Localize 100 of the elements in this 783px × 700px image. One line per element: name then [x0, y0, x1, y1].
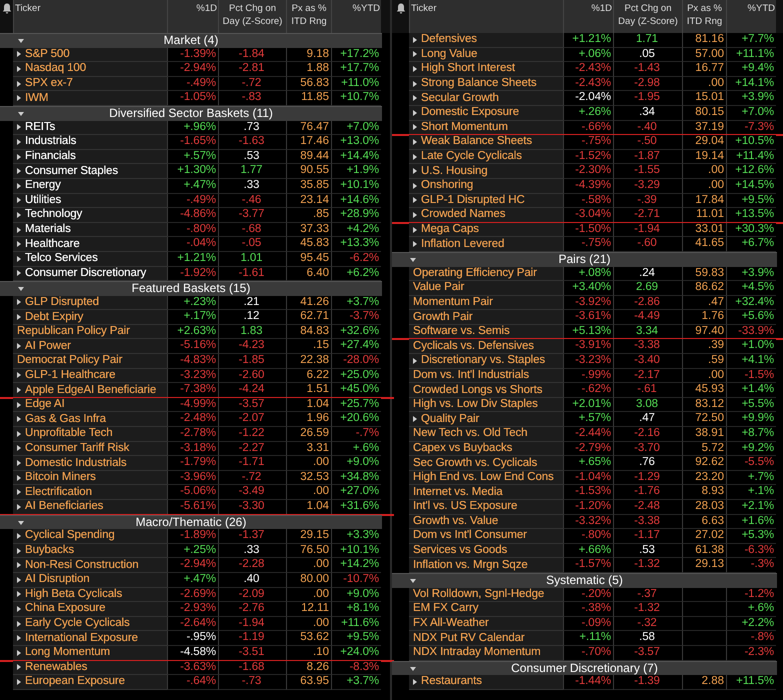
expand-arrow-icon[interactable]: [17, 270, 21, 276]
expand-arrow-icon[interactable]: [17, 51, 21, 58]
table-cell: -.8%: [726, 631, 776, 646]
expand-arrow-icon[interactable]: [413, 226, 417, 233]
table-cell: 32.53: [286, 470, 331, 486]
table-cell: 76.50: [286, 544, 331, 558]
ticker-name[interactable]: IWM: [25, 92, 48, 105]
column-header[interactable]: Px as % ITD Rng: [682, 0, 726, 33]
expand-arrow-icon[interactable]: [17, 299, 21, 306]
expand-arrow-icon[interactable]: [17, 154, 21, 160]
expand-arrow-icon[interactable]: [17, 80, 21, 87]
expand-arrow-icon[interactable]: [17, 168, 21, 174]
expand-arrow-icon[interactable]: [17, 445, 21, 452]
expand-arrow-icon[interactable]: [17, 372, 21, 378]
expand-arrow-icon[interactable]: [413, 197, 417, 204]
expand-arrow-icon[interactable]: [413, 66, 417, 72]
expand-arrow-icon[interactable]: [17, 548, 21, 554]
table-cell: 62.71: [286, 310, 331, 325]
expand-arrow-icon[interactable]: [17, 532, 21, 539]
expand-arrow-icon[interactable]: [17, 256, 21, 262]
collapse-arrow-icon[interactable]: [18, 287, 24, 292]
column-header[interactable]: %YTD: [331, 0, 381, 33]
expand-arrow-icon[interactable]: [17, 241, 21, 248]
expand-arrow-icon[interactable]: [17, 182, 21, 189]
table-cell: +24.0%: [331, 646, 381, 661]
table-cell: +.7%: [726, 470, 776, 486]
table-cell: +.47%: [167, 178, 218, 194]
column-header[interactable]: Ticker: [409, 0, 563, 33]
expand-arrow-icon[interactable]: [413, 36, 417, 43]
expand-arrow-icon[interactable]: [17, 197, 21, 204]
expand-arrow-icon[interactable]: [17, 402, 21, 408]
table-cell: 22.38: [286, 354, 331, 369]
expand-arrow-icon[interactable]: [413, 124, 417, 130]
expand-arrow-icon[interactable]: [17, 66, 21, 72]
expand-arrow-icon[interactable]: [413, 168, 417, 174]
expand-arrow-icon[interactable]: [17, 387, 21, 394]
expand-arrow-icon[interactable]: [17, 620, 21, 627]
expand-arrow-icon[interactable]: [413, 182, 417, 189]
table-cell: 23.20: [682, 470, 726, 486]
expand-arrow-icon[interactable]: [17, 635, 21, 642]
table-cell: 35.85: [286, 178, 331, 194]
expand-arrow-icon[interactable]: [413, 138, 417, 145]
table-cell: -.99%: [563, 368, 613, 384]
expand-arrow-icon[interactable]: [17, 678, 21, 685]
expand-arrow-icon[interactable]: [413, 358, 417, 364]
table-cell: 33.01: [682, 222, 726, 238]
collapse-arrow-icon[interactable]: [410, 578, 416, 583]
ticker-name[interactable]: REITs: [25, 120, 56, 134]
expand-arrow-icon[interactable]: [17, 489, 21, 496]
column-header[interactable]: Pct Chg on Day (Z-Score): [613, 0, 682, 33]
expand-arrow-icon[interactable]: [413, 678, 417, 685]
collapse-arrow-icon[interactable]: [410, 258, 416, 262]
collapse-arrow-icon[interactable]: [410, 666, 416, 671]
table-cell: -3.29: [613, 178, 682, 194]
expand-arrow-icon[interactable]: [413, 212, 417, 218]
table-cell: -3.40: [613, 354, 682, 369]
expand-arrow-icon[interactable]: [17, 504, 21, 510]
expand-arrow-icon[interactable]: [17, 664, 21, 670]
expand-arrow-icon[interactable]: [17, 576, 21, 583]
column-header[interactable]: Ticker: [13, 0, 167, 33]
table-cell: +2.2%: [726, 616, 776, 632]
expand-arrow-icon[interactable]: [17, 95, 21, 102]
bell-icon[interactable]: [2, 3, 12, 14]
table-cell: .58: [613, 631, 682, 646]
table-cell: -4.99%: [167, 398, 218, 412]
expand-arrow-icon[interactable]: [17, 591, 21, 598]
expand-arrow-icon[interactable]: [17, 314, 21, 320]
column-header[interactable]: Pct Chg on Day (Z-Score): [218, 0, 286, 33]
expand-arrow-icon[interactable]: [17, 606, 21, 612]
expand-arrow-icon[interactable]: [17, 460, 21, 466]
expand-arrow-icon[interactable]: [413, 416, 417, 422]
table-cell: -2.94%: [167, 62, 218, 77]
expand-arrow-icon[interactable]: [413, 241, 417, 248]
expand-arrow-icon[interactable]: [413, 110, 417, 116]
collapse-arrow-icon[interactable]: [18, 112, 24, 116]
column-header[interactable]: %YTD: [726, 0, 776, 33]
column-header[interactable]: %1D: [563, 0, 613, 33]
column-header[interactable]: Px as % ITD Rng: [286, 0, 331, 33]
expand-arrow-icon[interactable]: [17, 124, 21, 130]
expand-arrow-icon[interactable]: [17, 416, 21, 422]
expand-arrow-icon[interactable]: [17, 474, 21, 481]
bell-icon[interactable]: [396, 3, 406, 14]
expand-arrow-icon[interactable]: [17, 343, 21, 350]
collapse-arrow-icon[interactable]: [18, 39, 24, 43]
table-cell: 57.00: [682, 48, 726, 62]
expand-arrow-icon[interactable]: [413, 51, 417, 58]
expand-arrow-icon[interactable]: [17, 430, 21, 437]
collapse-arrow-icon[interactable]: [18, 520, 24, 525]
table-cell: .73: [218, 120, 286, 136]
expand-arrow-icon[interactable]: [17, 138, 21, 145]
expand-arrow-icon[interactable]: [413, 154, 417, 160]
expand-arrow-icon[interactable]: [413, 95, 417, 102]
expand-arrow-icon[interactable]: [17, 650, 21, 656]
column-header[interactable]: %1D: [167, 0, 218, 33]
expand-arrow-icon[interactable]: [17, 562, 21, 568]
expand-arrow-icon[interactable]: [17, 226, 21, 233]
table-cell: +11.6%: [331, 616, 381, 632]
table-cell: 29.15: [286, 529, 331, 544]
expand-arrow-icon[interactable]: [413, 80, 417, 87]
expand-arrow-icon[interactable]: [17, 212, 21, 218]
